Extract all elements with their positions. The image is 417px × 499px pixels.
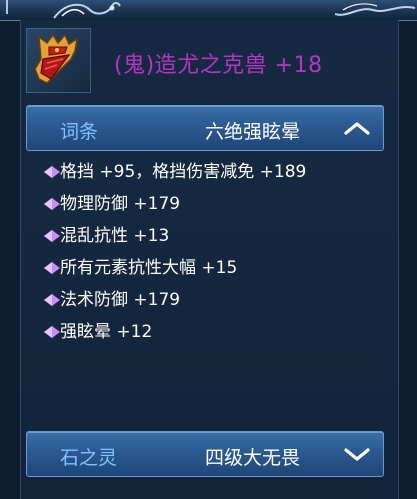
chevron-up-icon[interactable] (343, 120, 371, 136)
attribute-list: 格挡 +95，格挡伤害减免 +189 物理防御 +179 混乱抗性 +13 所有… (44, 160, 384, 352)
gem-bullet-icon (44, 294, 60, 306)
entry-section-header[interactable]: 词条 六绝强眩晕 (26, 105, 384, 151)
entry-section-label: 词条 (60, 121, 99, 143)
chevron-down-icon[interactable] (343, 446, 371, 462)
item-icon-frame (26, 28, 91, 93)
gem-bullet-icon (44, 230, 60, 242)
window-edge-mark (0, 0, 8, 14)
gem-bullet-icon (44, 166, 60, 178)
window-top-bar (0, 0, 417, 21)
item-name: (鬼)造尤之克兽 +18 (114, 53, 323, 78)
spirit-section-header[interactable]: 石之灵 四级大无畏 (26, 431, 384, 477)
attribute-text: 物理防御 +179 (60, 194, 181, 214)
gem-bullet-icon (44, 198, 60, 210)
entry-section-value: 六绝强眩晕 (205, 121, 301, 143)
gem-bullet-icon (44, 262, 60, 274)
scroll-ornament-icon (335, 3, 416, 16)
attribute-row: 所有元素抗性大幅 +15 (44, 256, 384, 288)
attribute-text: 混乱抗性 +13 (60, 226, 170, 246)
attribute-row: 物理防御 +179 (44, 192, 384, 224)
scroll-ornament-icon (53, 2, 121, 19)
spirit-section-value: 四级大无畏 (205, 447, 301, 469)
attribute-row: 强眩晕 +12 (44, 320, 384, 352)
attribute-row: 格挡 +95，格挡伤害减免 +189 (44, 160, 384, 192)
attribute-text: 格挡 +95，格挡伤害减免 +189 (60, 162, 307, 182)
attribute-text: 强眩晕 +12 (60, 322, 153, 342)
spirit-section-label: 石之灵 (60, 447, 118, 469)
attribute-row: 混乱抗性 +13 (44, 224, 384, 256)
attribute-row: 法术防御 +179 (44, 288, 384, 320)
gauntlet-icon (34, 33, 79, 84)
gem-bullet-icon (44, 326, 60, 338)
attribute-text: 法术防御 +179 (60, 290, 181, 310)
attribute-text: 所有元素抗性大幅 +15 (60, 258, 238, 278)
